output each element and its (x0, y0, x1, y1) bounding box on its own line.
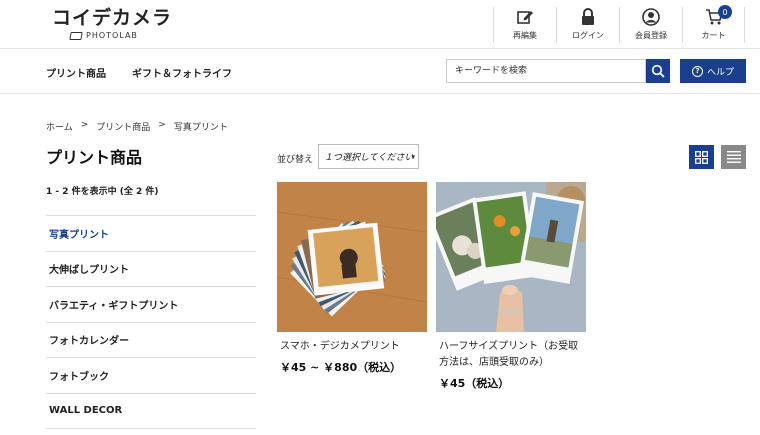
product-card[interactable]: スマホ・デジカメプリント ￥45 ~ ￥880（税込） (277, 182, 427, 375)
reedit-button[interactable]: 再編集 (493, 7, 556, 43)
login-button[interactable]: ログイン (556, 7, 619, 43)
help-label: ヘルプ (706, 67, 734, 78)
chevron-down-icon: ▾ (411, 153, 415, 161)
search-input[interactable] (446, 59, 646, 83)
breadcrumb-print-products[interactable]: プリント商品 (96, 120, 150, 133)
list-icon (726, 151, 741, 163)
nav-gift-photolife[interactable]: ギフト＆フォトライフ (132, 65, 232, 80)
product-card[interactable]: ハーフサイズプリント（お受取方法は、店頭受取のみ） ￥45（税込） (436, 182, 586, 391)
category-large-print[interactable]: 大伸ばしプリント (46, 252, 256, 287)
product-image-half-size-prints[interactable] (436, 182, 586, 332)
category-list: 写真プリント 大伸ばしプリント バラエティ・ギフトプリント フォトカレンダー フ… (46, 215, 256, 429)
grid-icon (695, 150, 708, 164)
help-icon: ? (691, 65, 703, 77)
nav-print-products[interactable]: プリント商品 (46, 65, 106, 80)
product-name: スマホ・デジカメプリント (280, 341, 400, 352)
category-photo-print[interactable]: 写真プリント (46, 216, 256, 252)
sort-selected-value: １つ選択してください (324, 153, 414, 163)
breadcrumb-home[interactable]: ホーム (46, 120, 73, 133)
user-icon (641, 7, 661, 27)
list-view-button[interactable] (721, 145, 746, 169)
cart-button[interactable]: 0 カート (682, 5, 745, 43)
site-logo[interactable]: コイデカメラ PHOTOLAB (52, 6, 172, 40)
product-price: ￥45（税込） (439, 377, 510, 390)
logo-sub-text: PHOTOLAB (86, 31, 138, 40)
breadcrumb: ホーム > プリント商品 > 写真プリント (46, 120, 228, 133)
breadcrumb-separator: > (158, 120, 166, 130)
nav-divider (0, 93, 760, 94)
category-photo-book[interactable]: フォトブック (46, 358, 256, 394)
grid-view-button[interactable] (689, 145, 714, 169)
search-icon (651, 64, 665, 78)
breadcrumb-separator: > (80, 120, 89, 130)
page-title: プリント商品 (46, 148, 143, 167)
sort-label: 並び替え (277, 155, 314, 165)
login-label: ログイン (572, 31, 604, 40)
search-button[interactable] (646, 59, 670, 83)
lock-icon (578, 7, 598, 27)
product-price: ￥45 ~ ￥880（税込） (280, 361, 402, 374)
register-button[interactable]: 会員登録 (619, 7, 682, 43)
help-button[interactable]: ? ヘルプ (680, 59, 746, 83)
product-name: ハーフサイズプリント（お受取方法は、店頭受取のみ） (439, 341, 579, 368)
category-photo-calendar[interactable]: フォトカレンダー (46, 323, 256, 358)
product-image-prints-stack[interactable] (277, 182, 427, 332)
edit-icon (515, 7, 535, 27)
reedit-label: 再編集 (513, 31, 537, 40)
cart-count-badge: 0 (718, 5, 732, 19)
sort-select[interactable]: １つ選択してください ▾ (318, 144, 419, 169)
logo-sub: PHOTOLAB (69, 31, 172, 40)
utility-nav: 再編集 ログイン 会員登録 0 カート (493, 5, 745, 43)
category-variety-gift-print[interactable]: バラエティ・ギフトプリント (46, 287, 256, 323)
logo-main-text: コイデカメラ (52, 7, 173, 29)
result-count: 1 - 2 件を表示中 (全 2 件) (46, 187, 159, 197)
category-wall-decor[interactable]: WALL DECOR (46, 394, 256, 429)
main-nav: プリント商品 ギフト＆フォトライフ ? ヘルプ (0, 49, 760, 93)
register-label: 会員登録 (635, 31, 667, 40)
breadcrumb-photo-print[interactable]: 写真プリント (174, 120, 228, 133)
cart-label: カート (701, 31, 726, 40)
header: コイデカメラ PHOTOLAB 再編集 ログイン 会員登録 0 カート (0, 0, 760, 48)
photolab-mark-icon (69, 31, 83, 40)
